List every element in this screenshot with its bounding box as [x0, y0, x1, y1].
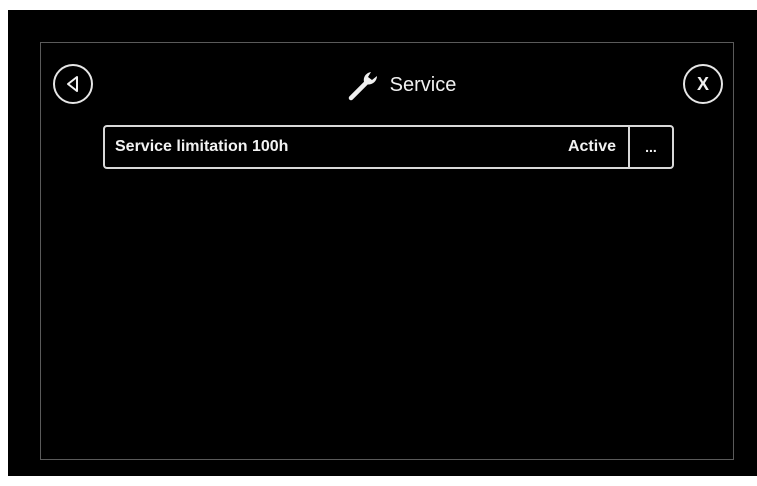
device-frame: Service X Service limitation 100h Active… [8, 10, 757, 476]
close-button[interactable]: X [683, 64, 723, 104]
close-icon: X [696, 74, 709, 94]
back-arrow-icon [67, 76, 78, 92]
wrench-icon [348, 72, 377, 101]
service-item-status: Active [567, 138, 616, 155]
screen-header: Service [41, 65, 735, 105]
more-options-button[interactable]: ... [628, 127, 672, 167]
page-title: Service [389, 73, 457, 96]
service-item-label: Service limitation 100h [115, 138, 289, 155]
service-limitation-item[interactable]: Service limitation 100h Active [105, 127, 628, 167]
service-limitation-row: Service limitation 100h Active ... [103, 125, 674, 169]
service-screen: Service X Service limitation 100h Active… [40, 42, 734, 460]
back-button[interactable] [53, 64, 93, 104]
